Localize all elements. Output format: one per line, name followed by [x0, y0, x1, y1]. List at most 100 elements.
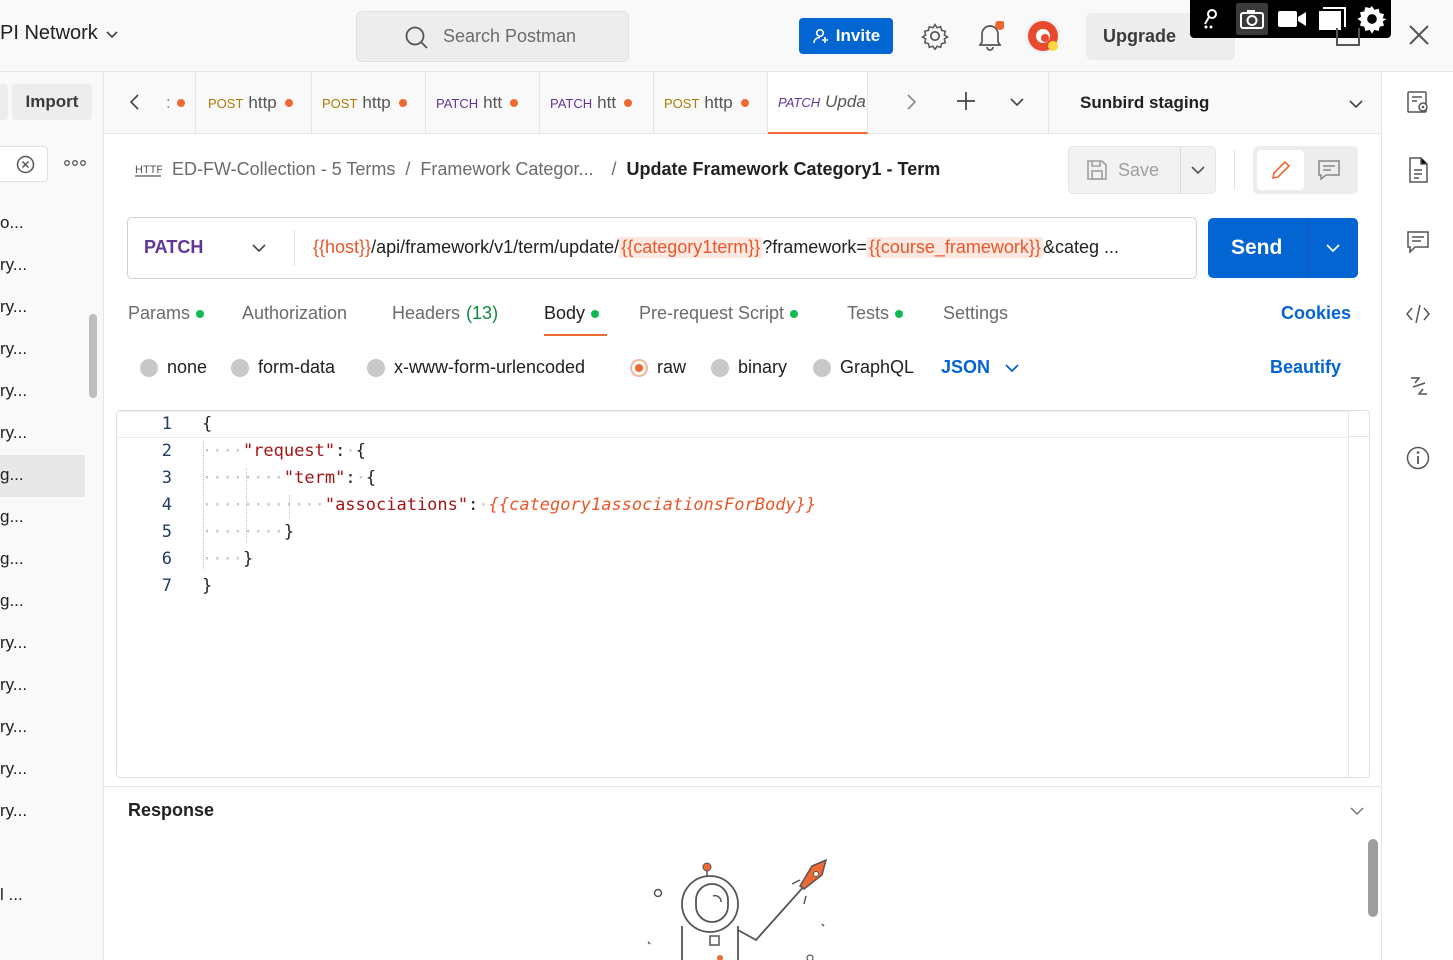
sidebar-item[interactable]: o...: [0, 203, 85, 245]
edit-mode-pencil-icon[interactable]: [1257, 150, 1304, 190]
tab-request[interactable]: POST http: [654, 72, 768, 134]
tab-headers[interactable]: Headers (13): [392, 303, 498, 324]
request-title[interactable]: Update Framework Category1 - Term: [626, 159, 940, 180]
chevron-down-icon[interactable]: [251, 240, 267, 256]
environment-name: Sunbird staging: [1080, 93, 1210, 112]
sidebar-item[interactable]: ry...: [0, 245, 85, 287]
tab-request[interactable]: PATCH htt: [540, 72, 654, 134]
sidebar-item[interactable]: l ...: [0, 875, 85, 917]
add-user-icon: [812, 27, 830, 45]
sidebar-item[interactable]: ry...: [0, 623, 85, 665]
video-record-icon[interactable]: [1276, 3, 1308, 35]
screenshot-camera-icon[interactable]: [1236, 3, 1268, 35]
beautify-link[interactable]: Beautify: [1270, 357, 1341, 378]
http-method-select[interactable]: PATCH: [144, 237, 203, 258]
sidebar-item[interactable]: g...: [0, 497, 85, 539]
radio-button[interactable]: [231, 358, 249, 377]
send-options-chevron-icon[interactable]: [1325, 240, 1341, 256]
tab-prerequest-script[interactable]: Pre-request Script: [639, 303, 799, 324]
sidebar-item[interactable]: g...: [0, 455, 85, 497]
breadcrumb-collection[interactable]: ED-FW-Collection - 5 Terms: [172, 159, 395, 180]
tab-method: PATCH: [436, 95, 479, 111]
breadcrumb-folder[interactable]: Framework Categor...: [420, 159, 593, 180]
sidebar-item[interactable]: ry...: [0, 413, 85, 455]
sidebar-item[interactable]: g...: [0, 581, 85, 623]
sidebar-item[interactable]: ry...: [0, 791, 85, 833]
environment-selector[interactable]: Sunbird staging: [1048, 72, 1381, 134]
notifications-bell-icon[interactable]: [976, 21, 1004, 51]
tab-params[interactable]: Params: [128, 303, 205, 324]
settings-gear-icon[interactable]: [921, 22, 949, 50]
tab-request[interactable]: PATCH htt: [426, 72, 540, 134]
body-type-urlencoded[interactable]: x-www-form-urlencoded: [367, 357, 585, 378]
radio-button[interactable]: [813, 358, 831, 377]
sidebar-item[interactable]: ry...: [0, 287, 85, 329]
sidebar-item[interactable]: ry...: [0, 665, 85, 707]
response-divider[interactable]: [104, 786, 1381, 787]
sidebar-item[interactable]: g...: [0, 539, 85, 581]
body-editor[interactable]: [116, 410, 1370, 778]
tab-label: htt: [597, 93, 617, 112]
sidebar-item[interactable]: ry...: [0, 749, 85, 791]
editor-scrollbar[interactable]: [1349, 411, 1369, 437]
workspace-switcher[interactable]: PI Network: [0, 22, 120, 45]
response-scrollbar[interactable]: [1368, 839, 1378, 917]
radio-button[interactable]: [140, 358, 158, 377]
url-input[interactable]: {{host}}/api/framework/v1/term/update/{{…: [313, 237, 1185, 258]
documentation-icon[interactable]: [1408, 157, 1428, 183]
info-icon[interactable]: [1406, 446, 1430, 470]
avatar[interactable]: [1024, 17, 1062, 55]
radio-button-selected[interactable]: [630, 358, 648, 377]
environment-quick-look-icon[interactable]: [1406, 90, 1430, 114]
pin-icon[interactable]: [1196, 3, 1228, 35]
tab-request[interactable]: POST http: [198, 72, 312, 134]
clear-icon[interactable]: [16, 155, 35, 174]
save-options-chevron-icon[interactable]: [1190, 162, 1206, 178]
related-collections-icon[interactable]: [1409, 375, 1429, 397]
search-input[interactable]: Search Postman: [356, 11, 629, 62]
sidebar-item[interactable]: ry...: [0, 707, 85, 749]
body-type-graphql[interactable]: GraphQL: [813, 357, 914, 378]
tab-request[interactable]: POST http: [312, 72, 426, 134]
tab-tests[interactable]: Tests: [847, 303, 904, 324]
invite-button[interactable]: Invite: [799, 18, 893, 54]
cookies-link[interactable]: Cookies: [1281, 303, 1351, 324]
import-button[interactable]: Import: [12, 84, 92, 120]
body-type-none[interactable]: none: [140, 357, 207, 378]
collapse-response-chevron-icon[interactable]: [1349, 803, 1365, 819]
tabs-menu-chevron-icon[interactable]: [1009, 94, 1025, 110]
new-tab-plus-icon[interactable]: [956, 91, 976, 111]
new-button-edge[interactable]: [0, 84, 8, 120]
close-icon[interactable]: [1408, 24, 1430, 46]
line-number: 2: [161, 441, 172, 461]
tab-overflow[interactable]: :: [164, 72, 196, 134]
body-type-raw[interactable]: raw: [630, 357, 686, 378]
body-type-form-data[interactable]: form-data: [231, 357, 335, 378]
sidebar-scrollbar[interactable]: [89, 314, 97, 398]
sidebar-item[interactable]: ry...: [0, 371, 85, 413]
sidebar-item[interactable]: ry...: [0, 329, 85, 371]
tab-body[interactable]: Body: [544, 303, 600, 324]
tab-settings[interactable]: Settings: [943, 303, 1008, 324]
radio-label: x-www-form-urlencoded: [394, 357, 586, 377]
method-label: PATCH: [144, 237, 204, 257]
more-options-icon[interactable]: [64, 158, 86, 168]
radio-button[interactable]: [367, 358, 385, 377]
body-language-select[interactable]: JSON: [941, 357, 1020, 378]
url-var-term: {{category1term}}: [619, 237, 763, 258]
tab-authorization[interactable]: Authorization: [242, 303, 347, 324]
window-control-icon[interactable]: [1336, 28, 1360, 46]
radio-button[interactable]: [711, 358, 729, 377]
chevron-right-icon[interactable]: [904, 93, 918, 111]
body-type-binary[interactable]: binary: [711, 357, 787, 378]
save-button[interactable]: Save: [1086, 159, 1159, 181]
chevron-left-icon[interactable]: [128, 93, 142, 111]
gear-icon[interactable]: [1356, 3, 1388, 35]
code-line-5: ········}: [202, 522, 295, 542]
comments-icon[interactable]: [1406, 230, 1430, 254]
comment-mode-icon[interactable]: [1318, 159, 1340, 181]
code-snippet-icon[interactable]: [1405, 303, 1431, 325]
code-line-1: {: [202, 414, 213, 434]
tab-request[interactable]: PATCH Upda: [768, 72, 868, 134]
sidebar-filter-input[interactable]: [0, 146, 48, 182]
